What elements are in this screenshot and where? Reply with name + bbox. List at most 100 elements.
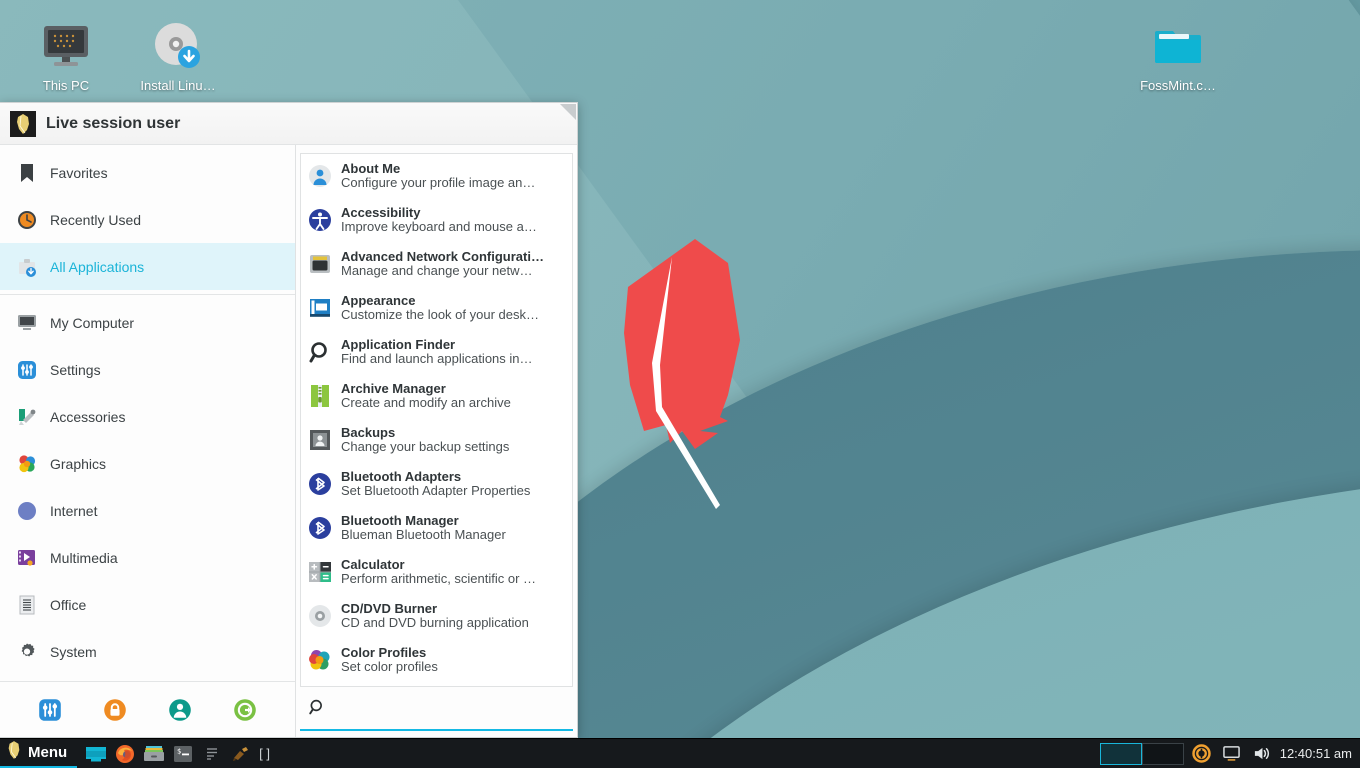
computer-monitor-icon — [18, 16, 114, 76]
shut-down-button[interactable] — [233, 698, 257, 722]
resize-grip[interactable] — [560, 104, 576, 120]
app-description: Set Bluetooth Adapter Properties — [341, 483, 531, 498]
backups-icon — [307, 427, 333, 453]
svg-text:$: $ — [177, 747, 181, 755]
clock-icon — [16, 209, 38, 231]
list-item[interactable]: Bluetooth Adapters Set Bluetooth Adapter… — [301, 462, 572, 506]
sidebar-item-settings[interactable]: Settings — [0, 346, 295, 393]
list-item[interactable]: Calculator Perform arithmetic, scientifi… — [301, 550, 572, 594]
applications-pane: About Me Configure your profile image an… — [296, 145, 577, 737]
multimedia-icon — [16, 547, 38, 569]
application-list[interactable]: About Me Configure your profile image an… — [300, 153, 573, 687]
sidebar-item-label: Accessories — [50, 408, 126, 425]
desktop-icon-label: Install Linu… — [140, 78, 216, 93]
list-item[interactable]: CD/DVD Burner CD and DVD burning applica… — [301, 594, 572, 638]
app-description: Create and modify an archive — [341, 395, 511, 410]
sidebar-item-label: Office — [50, 596, 87, 613]
clock[interactable]: 12:40:51 am — [1280, 746, 1360, 761]
app-description: Customize the look of your desk… — [341, 307, 539, 322]
color-pinwheel-icon — [307, 647, 333, 673]
workspace-2[interactable] — [1141, 742, 1184, 765]
sidebar-item-my-computer[interactable]: My Computer — [0, 299, 295, 346]
category-list[interactable]: Favorites Recently Used All Applications… — [0, 145, 296, 737]
desktop-icon-this-pc[interactable]: This PC — [18, 16, 114, 94]
search-bar[interactable] — [300, 687, 573, 731]
app-description: Change your backup settings — [341, 439, 510, 454]
sidebar-item-graphics[interactable]: Graphics — [0, 440, 295, 487]
calculator-icon — [307, 559, 333, 585]
workspace-1[interactable] — [1099, 742, 1142, 765]
list-item[interactable]: Application Finder Find and launch appli… — [301, 330, 572, 374]
app-description: Find and launch applications in… — [341, 351, 533, 366]
about-me-icon — [307, 163, 333, 189]
sidebar-item-label: My Computer — [50, 314, 135, 331]
desktop[interactable]: This PC Install Linu… FossMint.c… Live s… — [0, 0, 1360, 768]
text-list-launcher[interactable] — [201, 743, 223, 765]
whisker-menu-body: Favorites Recently Used All Applications… — [0, 145, 577, 737]
file-manager-launcher[interactable] — [85, 743, 107, 765]
list-item[interactable]: Advanced Network Configurati… Manage and… — [301, 242, 572, 286]
sidebar-item-all-applications[interactable]: All Applications — [0, 243, 295, 290]
gimp-launcher[interactable] — [230, 743, 252, 765]
sidebar-item-label: System — [50, 643, 97, 660]
all-applications-icon — [16, 256, 38, 278]
update-circle-icon[interactable] — [1192, 744, 1212, 764]
sidebar-item-label: Multimedia — [50, 549, 118, 566]
sidebar-item-accessories[interactable]: Accessories — [0, 393, 295, 440]
feather-avatar-icon — [10, 110, 36, 137]
archive-zip-icon — [307, 383, 333, 409]
display-icon[interactable] — [1222, 744, 1242, 764]
list-item[interactable]: Bluetooth Manager Blueman Bluetooth Mana… — [301, 506, 572, 550]
search-input[interactable] — [334, 700, 565, 716]
sidebar-item-favorites[interactable]: Favorites — [0, 149, 295, 196]
list-item[interactable]: Backups Change your backup settings — [301, 418, 572, 462]
list-item[interactable]: Color Profiles Set color profiles — [301, 638, 572, 682]
launcher-bar[interactable]: $ [ ] — [77, 743, 270, 765]
category-separator — [0, 294, 295, 295]
whisker-menu[interactable]: Live session user Favorites Recently Use… — [0, 102, 578, 738]
desktop-icon-label: FossMint.c… — [1140, 78, 1216, 93]
sidebar-item-internet[interactable]: Internet — [0, 487, 295, 534]
taskbar[interactable]: Menu $ [] 12:40:51 am — [0, 738, 1360, 768]
workspace-switcher[interactable] — [1099, 742, 1184, 765]
appearance-icon — [307, 295, 333, 321]
list-item[interactable]: Archive Manager Create and modify an arc… — [301, 374, 572, 418]
feather-icon — [6, 740, 22, 764]
sidebar-item-system[interactable]: System — [0, 628, 295, 675]
gear-icon — [16, 641, 38, 663]
sidebar-item-label: Favorites — [50, 164, 108, 181]
lock-screen-button[interactable] — [103, 698, 127, 722]
list-item[interactable]: About Me Configure your profile image an… — [301, 154, 572, 198]
session-button-bar[interactable] — [0, 681, 295, 737]
bluetooth-icon — [307, 515, 333, 541]
accessories-icon — [16, 406, 38, 428]
sidebar-item-office[interactable]: Office — [0, 581, 295, 628]
menu-button[interactable]: Menu — [0, 739, 78, 768]
computer-icon — [16, 312, 38, 334]
feather-logo-icon — [624, 239, 740, 509]
sidebar-item-recently-used[interactable]: Recently Used — [0, 196, 295, 243]
firefox-launcher[interactable] — [114, 743, 136, 765]
log-out-button[interactable] — [168, 698, 192, 722]
sidebar-item-multimedia[interactable]: Multimedia — [0, 534, 295, 581]
list-item[interactable]: Appearance Customize the look of your de… — [301, 286, 572, 330]
folder-icon — [1130, 16, 1226, 76]
terminal-launcher[interactable]: $ — [172, 743, 194, 765]
app-description: Set color profiles — [341, 659, 438, 674]
sidebar-item-label: Graphics — [50, 455, 107, 472]
sidebar-item-label: All Applications — [50, 258, 145, 275]
sidebar-item-label: Internet — [50, 502, 98, 519]
archive-drawer-launcher[interactable] — [143, 743, 165, 765]
speaker-icon[interactable] — [1252, 744, 1272, 764]
session-username: Live session user — [46, 114, 181, 132]
settings-manager-button[interactable] — [38, 698, 62, 722]
accessibility-icon — [307, 207, 333, 233]
document-lines-icon — [16, 594, 38, 616]
list-item[interactable]: Accessibility Improve keyboard and mouse… — [301, 198, 572, 242]
app-description: Manage and change your netw… — [341, 263, 533, 278]
menu-button-label: Menu — [28, 743, 68, 761]
desktop-icon-fossmint-folder[interactable]: FossMint.c… — [1130, 16, 1226, 94]
desktop-icon-install-linux[interactable]: Install Linu… — [130, 16, 226, 94]
window-buttons-placeholder: [ ] — [259, 746, 271, 761]
system-tray[interactable] — [1192, 744, 1280, 764]
